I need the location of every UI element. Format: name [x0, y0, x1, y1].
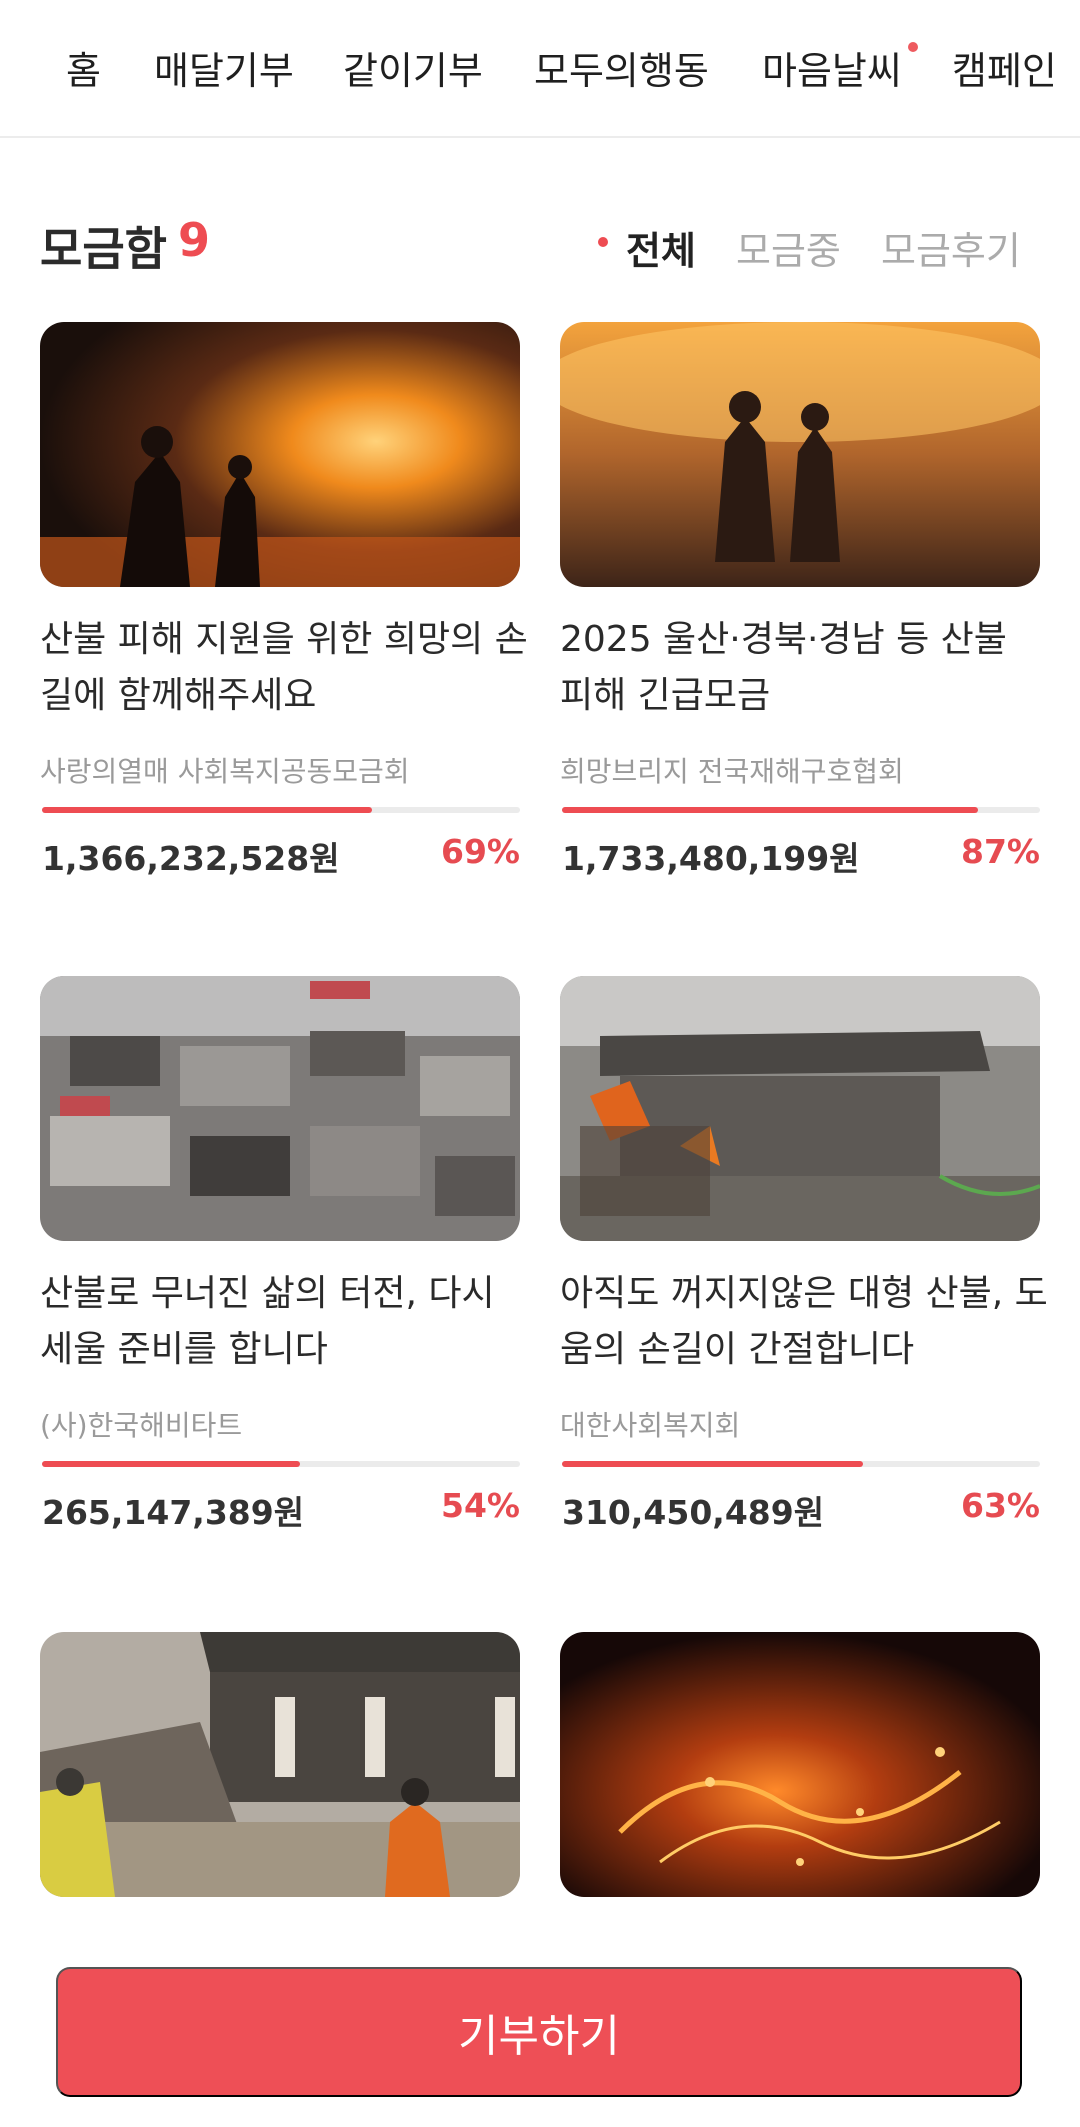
progress-bar: [42, 807, 520, 813]
filter-ongoing[interactable]: 모금중: [736, 220, 841, 275]
raised-percent: 69%: [441, 832, 520, 871]
top-nav: 홈 매달기부 같이기부 모두의행동 마음날씨 캠페인: [0, 0, 1080, 138]
fundraiser-card[interactable]: 2025 울산·경북·경남 등 산불 피해 긴급모금 희망브리지 전국재해구호협…: [560, 322, 1040, 882]
card-thumbnail[interactable]: [560, 976, 1040, 1241]
active-filter-dot: [598, 237, 608, 247]
progress-fill: [562, 807, 978, 813]
raised-percent: 54%: [441, 1486, 520, 1525]
nav-item-monthly[interactable]: 매달기부: [154, 40, 294, 95]
progress-bar: [562, 807, 1040, 813]
nav-item-campaign[interactable]: 캠페인: [952, 40, 1057, 95]
progress-fill: [42, 807, 372, 813]
raised-amount: 1,733,480,199원: [562, 839, 860, 878]
fundraiser-card[interactable]: [560, 1632, 1040, 1897]
fundraiser-card[interactable]: [40, 1632, 520, 1897]
raised-amount: 1,366,232,528원: [42, 839, 340, 878]
card-thumbnail[interactable]: [40, 976, 520, 1241]
nav-item-weather[interactable]: 마음날씨: [762, 40, 902, 95]
raised-amount: 310,450,489원: [562, 1493, 825, 1532]
card-organization: 대한사회복지회: [560, 1409, 741, 1442]
progress-bar: [42, 1461, 520, 1467]
raised-percent: 63%: [961, 1486, 1040, 1525]
progress-bar: [562, 1461, 1040, 1467]
filter-reviews[interactable]: 모금후기: [881, 220, 1021, 275]
nav-item-home[interactable]: 홈: [66, 40, 101, 95]
bottom-action-bar: 기부하기: [0, 1935, 1080, 2127]
card-title[interactable]: 산불로 무너진 삶의 터전, 다시 세울 준비를 합니다: [40, 1266, 530, 1378]
filter-all[interactable]: 전체: [626, 220, 696, 275]
card-title[interactable]: 산불 피해 지원을 위한 희망의 손길에 함께해주세요: [40, 612, 530, 724]
progress-fill: [562, 1461, 864, 1467]
new-badge-dot: [908, 42, 918, 52]
raised-percent: 87%: [961, 832, 1040, 871]
section-title: 모금함: [40, 222, 167, 276]
card-organization: 희망브리지 전국재해구호협회: [560, 755, 904, 788]
nav-item-together[interactable]: 같이기부: [343, 40, 483, 95]
raised-amount: 265,147,389원: [42, 1493, 305, 1532]
card-thumbnail[interactable]: [560, 1632, 1040, 1897]
nav-item-action[interactable]: 모두의행동: [534, 40, 709, 95]
card-title[interactable]: 2025 울산·경북·경남 등 산불 피해 긴급모금: [560, 612, 1050, 724]
fundraiser-card[interactable]: 산불로 무너진 삶의 터전, 다시 세울 준비를 합니다 (사)한국해비타트 2…: [40, 976, 520, 1536]
donate-button[interactable]: 기부하기: [56, 1967, 1022, 2097]
section-count: 9: [178, 213, 211, 267]
card-thumbnail[interactable]: [560, 322, 1040, 587]
fundraiser-card[interactable]: 아직도 꺼지지않은 대형 산불, 도움의 손길이 간절합니다 대한사회복지회 3…: [560, 976, 1048, 1536]
card-title[interactable]: 아직도 꺼지지않은 대형 산불, 도움의 손길이 간절합니다: [560, 1266, 1050, 1378]
card-organization: (사)한국해비타트: [40, 1409, 243, 1442]
card-organization: 사랑의열매 사회복지공동모금회: [40, 755, 410, 788]
progress-fill: [42, 1461, 301, 1467]
card-thumbnail[interactable]: [40, 1632, 520, 1897]
fundraiser-card[interactable]: 산불 피해 지원을 위한 희망의 손길에 함께해주세요 사랑의열매 사회복지공동…: [40, 322, 528, 882]
card-thumbnail[interactable]: [40, 322, 520, 587]
